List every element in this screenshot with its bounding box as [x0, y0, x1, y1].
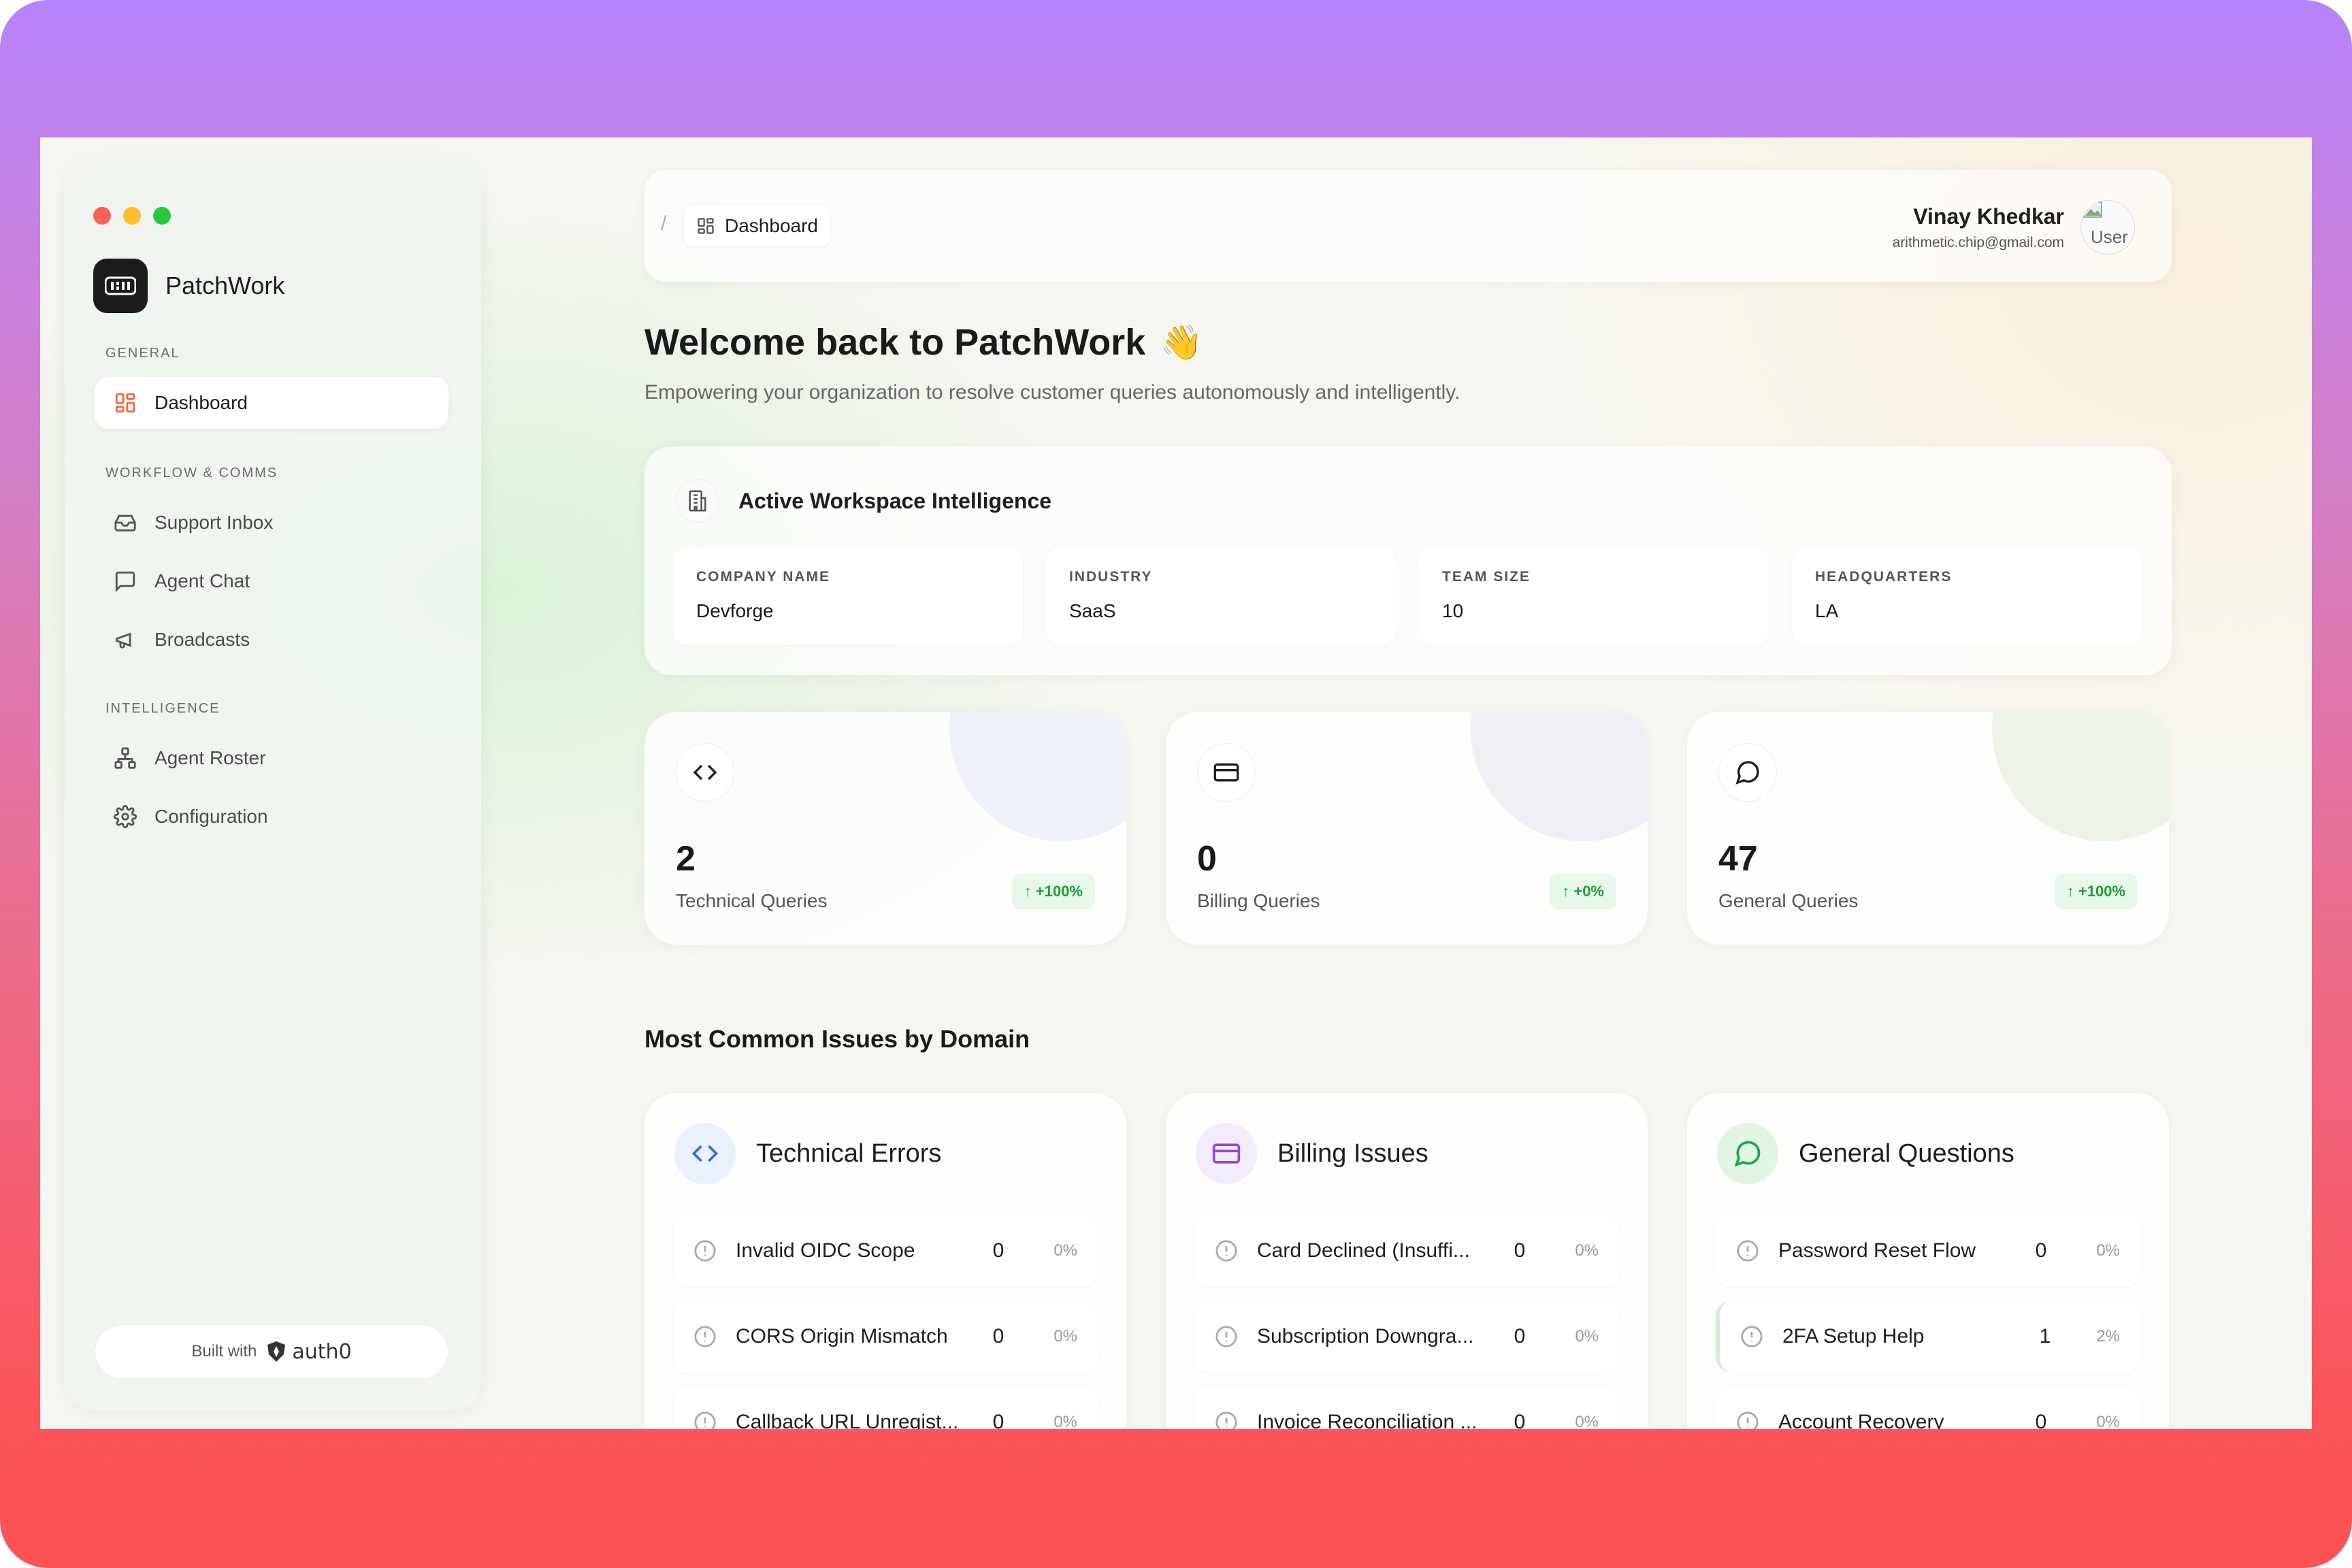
- building-icon: [676, 479, 719, 523]
- credit-card-icon: [1197, 743, 1256, 802]
- stat-value: 47: [1718, 839, 1758, 879]
- built-with-label: Built with: [191, 1342, 257, 1360]
- workspace-field-team-size: TEAM SIZE 10: [1419, 547, 1769, 645]
- list-item[interactable]: Invalid OIDC Scope 0 0%: [673, 1215, 1098, 1286]
- alert-circle-icon: [1737, 1411, 1759, 1429]
- waving-hand-icon: 👋: [1160, 322, 1203, 362]
- alert-circle-icon: [1215, 1240, 1237, 1262]
- trend-badge: ↑ +0%: [1550, 874, 1616, 909]
- user-name: Vinay Khedkar: [1913, 203, 2064, 229]
- issue-card-technical: Technical Errors Invalid OIDC Scope 0 0%…: [644, 1093, 1126, 1429]
- grid-icon: [115, 393, 135, 413]
- workspace-field-industry: INDUSTRY SaaS: [1046, 547, 1396, 645]
- alert-circle-icon: [1215, 1411, 1237, 1429]
- patchwork-logo-icon: [93, 259, 148, 313]
- alert-circle-icon: [1741, 1326, 1763, 1348]
- maximize-window-button[interactable]: [153, 207, 171, 225]
- workspace-field-headquarters: HEADQUARTERS LA: [1792, 547, 2142, 645]
- sidebar-item-agent-roster[interactable]: Agent Roster: [95, 732, 448, 784]
- workspace-field-company: COMPANY NAME Devforge: [673, 547, 1023, 645]
- breadcrumb-label: Dashboard: [725, 215, 818, 236]
- chat-icon: [115, 571, 135, 593]
- grid-icon: [698, 218, 714, 234]
- section-label-workflow: WORKFLOW & COMMS: [105, 466, 278, 480]
- list-item[interactable]: Callback URL Unregist... 0 0%: [673, 1387, 1098, 1429]
- sidebar-item-support-inbox[interactable]: Support Inbox: [95, 497, 448, 549]
- minimize-window-button[interactable]: [123, 207, 141, 225]
- section-label-general: GENERAL: [105, 346, 180, 361]
- auth0-shield-icon: [267, 1341, 286, 1362]
- stat-card-general[interactable]: 47 General Queries ↑ +100%: [1687, 712, 2169, 945]
- stat-card-technical[interactable]: 2 Technical Queries ↑ +100%: [644, 712, 1126, 945]
- trend-badge: ↑ +100%: [2054, 874, 2138, 909]
- stat-value: 0: [1197, 839, 1217, 879]
- workspace-title: Active Workspace Intelligence: [738, 488, 1052, 513]
- issue-card-title: Technical Errors: [756, 1139, 942, 1168]
- sidebar-item-broadcasts[interactable]: Broadcasts: [95, 614, 448, 666]
- desktop-background: PatchWork GENERAL Dashboard WORKFLOW & C…: [0, 0, 2352, 1568]
- sidebar-item-label: Support Inbox: [154, 512, 274, 533]
- issue-card-title: General Questions: [1799, 1139, 2014, 1168]
- sidebar-item-label: Configuration: [154, 806, 268, 827]
- credit-card-icon: [1196, 1123, 1257, 1184]
- inbox-icon: [114, 514, 136, 532]
- stat-value: 2: [676, 839, 696, 879]
- user-email: arithmetic.chip@gmail.com: [1892, 234, 2064, 250]
- avatar[interactable]: User: [2080, 200, 2135, 255]
- alert-circle-icon: [694, 1411, 716, 1429]
- page-subtitle: Empowering your organization to resolve …: [644, 381, 1460, 404]
- sidebar-item-label: Agent Roster: [154, 747, 266, 768]
- stat-label: Billing Queries: [1197, 890, 1320, 911]
- breadcrumb[interactable]: Dashboard: [684, 206, 830, 246]
- stat-label: Technical Queries: [676, 890, 828, 911]
- list-item[interactable]: Subscription Downgra... 0 0%: [1194, 1301, 1619, 1372]
- alert-circle-icon: [1215, 1326, 1237, 1348]
- sidebar-item-agent-chat[interactable]: Agent Chat: [95, 555, 448, 607]
- alert-circle-icon: [694, 1326, 716, 1348]
- user-menu[interactable]: Vinay Khedkar arithmetic.chip@gmail.com …: [1893, 200, 2135, 255]
- list-item[interactable]: CORS Origin Mismatch 0 0%: [673, 1301, 1098, 1372]
- sidebar-item-label: Dashboard: [154, 392, 248, 413]
- sidebar: PatchWork GENERAL Dashboard WORKFLOW & C…: [65, 157, 481, 1410]
- stat-card-billing[interactable]: 0 Billing Queries ↑ +0%: [1166, 712, 1648, 945]
- top-bar: / Dashboard Vinay Khedkar arithmetic.chi…: [644, 170, 2172, 282]
- list-item[interactable]: Card Declined (Insuffi... 0 0%: [1194, 1215, 1619, 1286]
- section-label-intelligence: INTELLIGENCE: [105, 701, 220, 716]
- issue-card-title: Billing Issues: [1277, 1139, 1428, 1168]
- network-icon: [114, 747, 136, 769]
- code-icon: [676, 743, 734, 802]
- workspace-card: Active Workspace Intelligence COMPANY NA…: [644, 446, 2172, 675]
- stat-label: General Queries: [1718, 890, 1859, 911]
- megaphone-icon: [115, 632, 131, 649]
- list-item[interactable]: Invoice Reconciliation ... 0 0%: [1194, 1387, 1619, 1429]
- broken-image-icon: [2083, 201, 2102, 218]
- built-with-auth0-badge[interactable]: Built with auth0: [95, 1324, 448, 1379]
- alert-circle-icon: [694, 1240, 716, 1262]
- gear-icon: [114, 805, 137, 828]
- message-circle-icon: [1718, 743, 1777, 802]
- window-controls: [93, 207, 171, 225]
- issue-card-general: General Questions Password Reset Flow 0 …: [1687, 1093, 2169, 1429]
- page-title: Welcome back to PatchWork 👋: [644, 322, 1203, 363]
- sidebar-item-label: Broadcasts: [154, 629, 250, 650]
- alert-circle-icon: [1737, 1240, 1759, 1262]
- breadcrumb-separator: /: [661, 212, 667, 235]
- brand-name: PatchWork: [165, 272, 285, 299]
- brand[interactable]: PatchWork: [93, 259, 284, 313]
- message-circle-icon: [1717, 1123, 1778, 1184]
- avatar-alt-text: User: [2091, 227, 2128, 247]
- list-item[interactable]: 2FA Setup Help 1 2%: [1716, 1301, 2140, 1372]
- issues-section-title: Most Common Issues by Domain: [644, 1025, 1030, 1053]
- close-window-button[interactable]: [93, 207, 111, 225]
- list-item[interactable]: Account Recovery 0 0%: [1716, 1387, 2140, 1429]
- code-icon: [674, 1123, 736, 1184]
- auth0-brand: auth0: [292, 1339, 352, 1364]
- issue-card-billing: Billing Issues Card Declined (Insuffi...…: [1166, 1093, 1648, 1429]
- list-item[interactable]: Password Reset Flow 0 0%: [1716, 1215, 2140, 1286]
- app-window: PatchWork GENERAL Dashboard WORKFLOW & C…: [40, 137, 2312, 1429]
- sidebar-item-configuration[interactable]: Configuration: [95, 791, 448, 843]
- sidebar-item-label: Agent Chat: [154, 570, 250, 591]
- sidebar-item-dashboard[interactable]: Dashboard: [95, 377, 448, 429]
- trend-badge: ↑ +100%: [1011, 874, 1095, 909]
